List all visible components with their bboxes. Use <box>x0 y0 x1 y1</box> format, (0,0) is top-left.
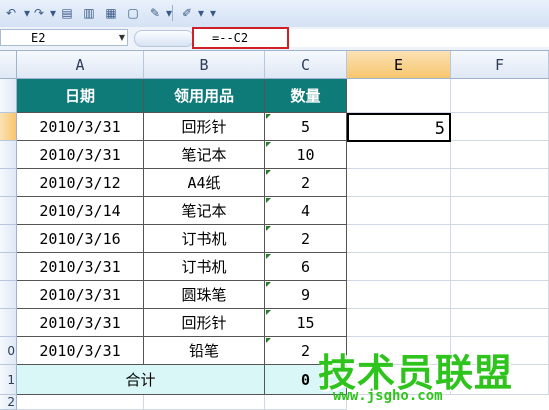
column-header-c[interactable]: C <box>265 51 347 79</box>
cell[interactable] <box>347 141 451 169</box>
table-header-quantity[interactable]: 数量 <box>265 79 347 113</box>
cell[interactable] <box>347 197 451 225</box>
row-header[interactable] <box>0 281 17 309</box>
active-cell-e2[interactable]: 5 <box>347 113 451 142</box>
table-icon[interactable]: ▦ <box>102 4 120 22</box>
date-cell[interactable]: 2010/3/31 <box>17 281 144 309</box>
row-header[interactable] <box>0 169 17 197</box>
date-cell[interactable]: 2010/3/31 <box>17 253 144 281</box>
row-header[interactable]: 2 <box>0 395 17 410</box>
table-header-date[interactable]: 日期 <box>17 79 144 113</box>
cell[interactable] <box>451 253 549 281</box>
row-header[interactable] <box>0 197 17 225</box>
error-indicator-icon <box>266 282 271 287</box>
date-cell[interactable]: 2010/3/31 <box>17 309 144 337</box>
table-header-item[interactable]: 领用用品 <box>144 79 265 113</box>
quantity-cell[interactable]: 5 <box>265 113 347 141</box>
cell[interactable] <box>347 79 451 113</box>
quantity-cell[interactable]: 9 <box>265 281 347 309</box>
row-header[interactable] <box>0 113 17 141</box>
error-indicator-icon <box>266 226 271 231</box>
cell[interactable] <box>347 281 451 309</box>
formula-input[interactable]: =--C2 <box>192 27 289 49</box>
cell[interactable] <box>451 309 549 337</box>
cell[interactable] <box>451 225 549 253</box>
quantity-cell[interactable]: 2 <box>265 225 347 253</box>
cell[interactable] <box>451 113 549 141</box>
quick-access-toolbar: ↶ ▾ ↷ ▾ ▤ ▥ ▦ ▢ ✎ ▾ ✐ ▾ ▾ <box>0 0 549 28</box>
quantity-cell[interactable]: 4 <box>265 197 347 225</box>
row-header[interactable] <box>0 309 17 337</box>
cell[interactable] <box>451 281 549 309</box>
cell[interactable] <box>451 141 549 169</box>
row-header[interactable] <box>0 79 17 113</box>
row-header[interactable] <box>0 141 17 169</box>
item-cell[interactable]: 笔记本 <box>144 141 265 169</box>
watermark-url: www.jsgho.com <box>333 388 443 404</box>
cell[interactable] <box>144 395 265 410</box>
date-cell[interactable]: 2010/3/14 <box>17 197 144 225</box>
chevron-down-icon[interactable]: ▾ <box>160 4 178 22</box>
cell[interactable] <box>451 79 549 113</box>
cell[interactable] <box>347 169 451 197</box>
more-icon[interactable]: ▾ <box>204 4 222 22</box>
quantity-cell[interactable]: 15 <box>265 309 347 337</box>
column-header-b[interactable]: B <box>144 51 265 79</box>
item-cell[interactable]: 回形针 <box>144 309 265 337</box>
error-indicator-icon <box>266 338 271 343</box>
item-cell[interactable]: 订书机 <box>144 225 265 253</box>
error-indicator-icon <box>266 114 271 119</box>
cell[interactable] <box>347 225 451 253</box>
column-header-e[interactable]: E <box>347 51 451 79</box>
formula-bar: E2 ▼ =--C2 <box>0 27 549 51</box>
cell[interactable] <box>347 309 451 337</box>
item-cell[interactable]: 圆珠笔 <box>144 281 265 309</box>
new-icon[interactable]: ▢ <box>124 4 142 22</box>
formula-bar-splitter[interactable] <box>134 30 194 47</box>
date-cell[interactable]: 2010/3/31 <box>17 141 144 169</box>
toolbar-separator <box>172 5 173 21</box>
date-cell[interactable]: 2010/3/16 <box>17 225 144 253</box>
error-indicator-icon <box>266 142 271 147</box>
formula-input-area[interactable] <box>289 29 549 47</box>
error-indicator-icon <box>266 170 271 175</box>
error-indicator-icon <box>266 310 271 315</box>
column-header-f[interactable]: F <box>451 51 549 79</box>
cell[interactable] <box>17 395 144 410</box>
item-cell[interactable]: 订书机 <box>144 253 265 281</box>
chart-icon[interactable]: ▥ <box>80 4 98 22</box>
row-header[interactable] <box>0 253 17 281</box>
quantity-cell[interactable]: 6 <box>265 253 347 281</box>
item-cell[interactable]: 铅笔 <box>144 337 265 365</box>
total-label-cell[interactable]: 合计 <box>17 365 265 395</box>
row-header[interactable]: 1 <box>0 365 17 395</box>
name-box[interactable]: E2 <box>0 29 128 46</box>
cell[interactable] <box>347 253 451 281</box>
date-cell[interactable]: 2010/3/12 <box>17 169 144 197</box>
row-header[interactable]: 0 <box>0 337 17 365</box>
cell[interactable] <box>451 197 549 225</box>
cell[interactable] <box>451 169 549 197</box>
name-box-dropdown-icon[interactable]: ▼ <box>116 29 128 46</box>
form-icon[interactable]: ▤ <box>58 4 76 22</box>
column-header-a[interactable]: A <box>17 51 144 79</box>
row-header[interactable] <box>0 225 17 253</box>
date-cell[interactable]: 2010/3/31 <box>17 113 144 141</box>
select-all-corner[interactable] <box>0 51 17 79</box>
item-cell[interactable]: A4纸 <box>144 169 265 197</box>
date-cell[interactable]: 2010/3/31 <box>17 337 144 365</box>
quantity-cell[interactable]: 10 <box>265 141 347 169</box>
item-cell[interactable]: 回形针 <box>144 113 265 141</box>
error-indicator-icon <box>266 198 271 203</box>
item-cell[interactable]: 笔记本 <box>144 197 265 225</box>
quantity-cell[interactable]: 2 <box>265 169 347 197</box>
error-indicator-icon <box>266 254 271 259</box>
